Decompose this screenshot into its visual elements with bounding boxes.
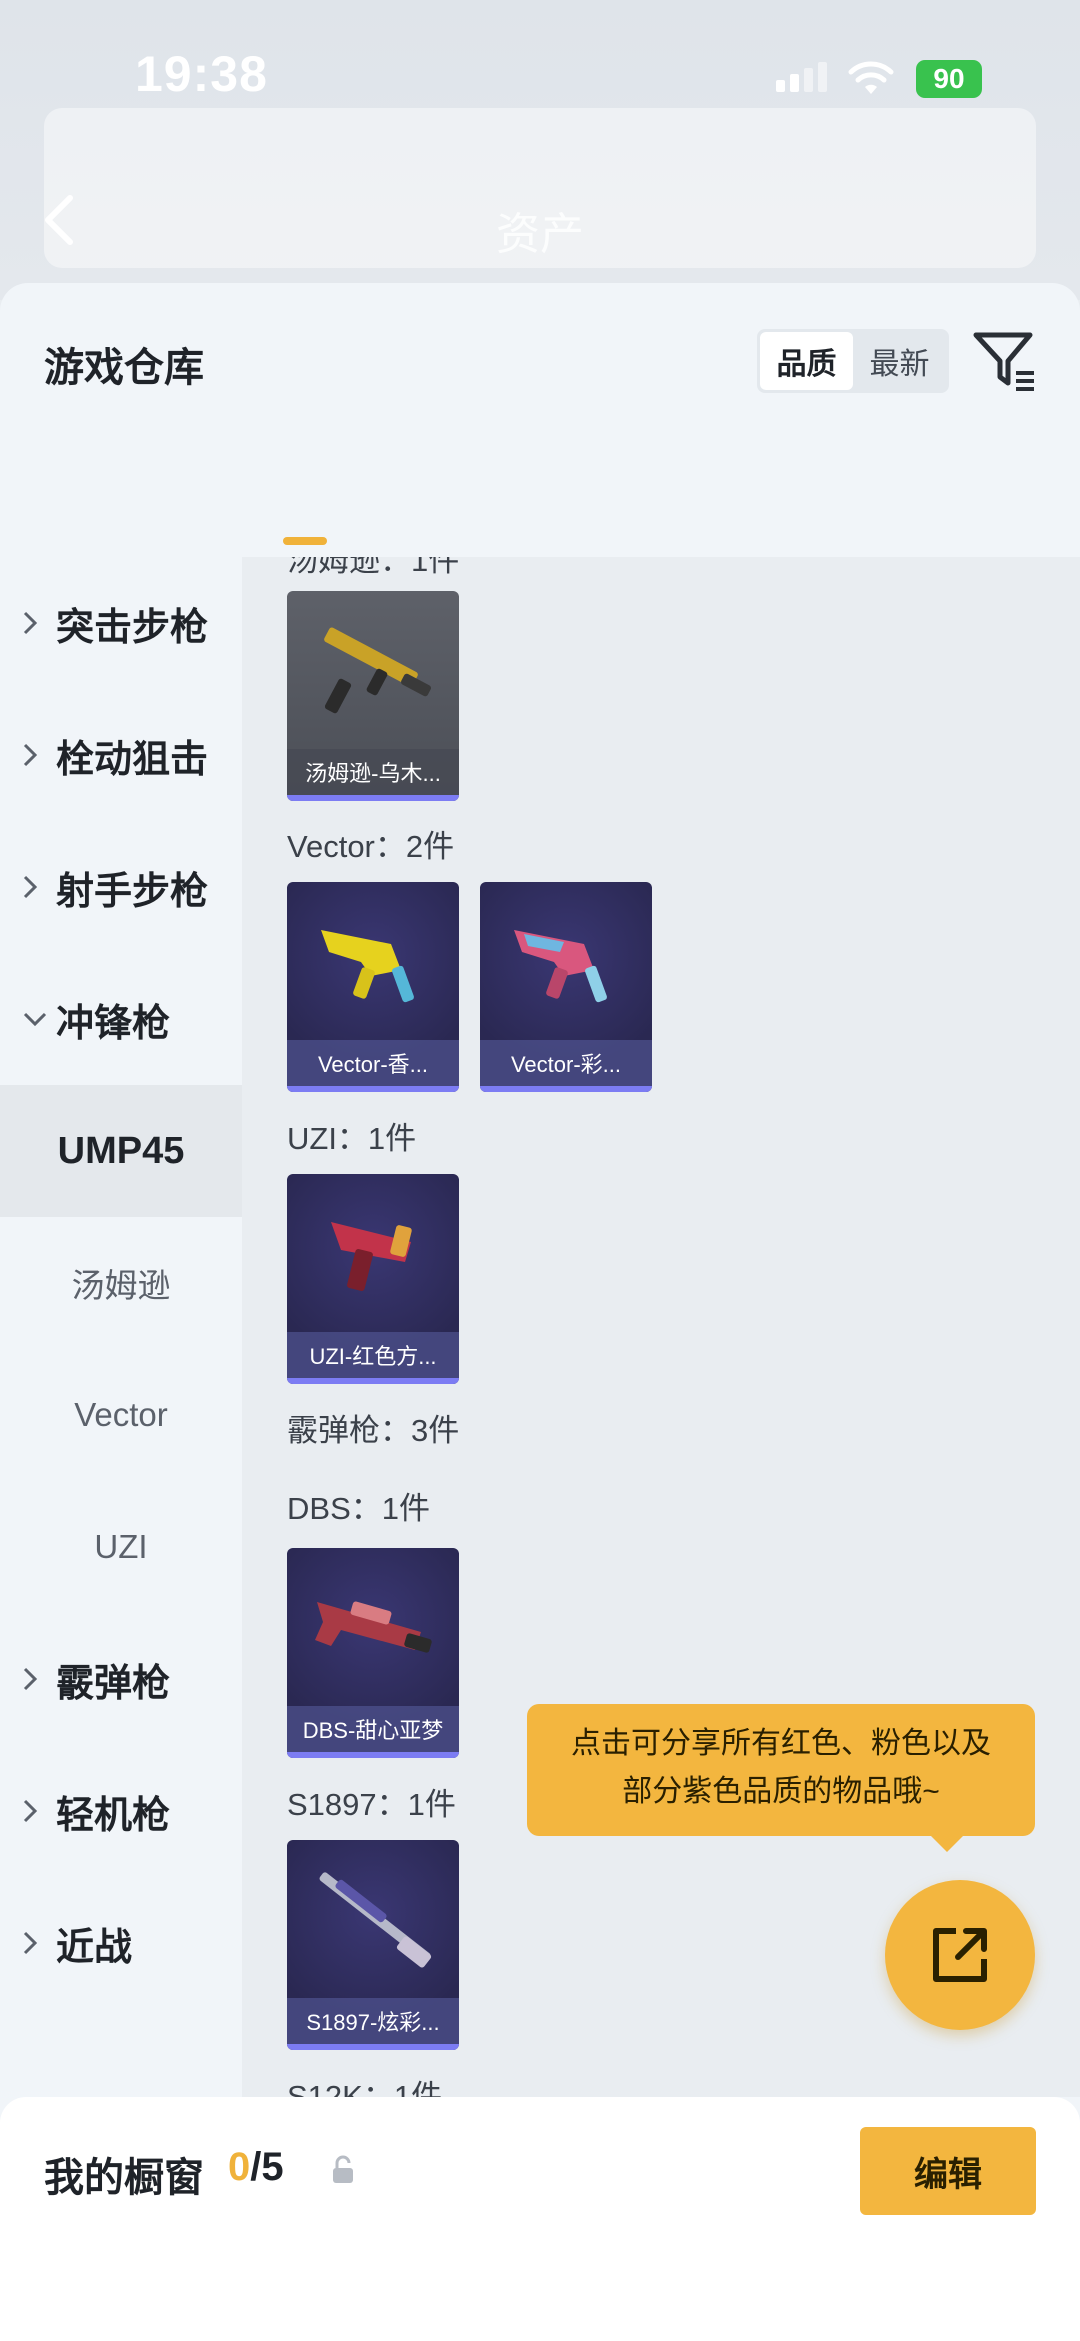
item-name: DBS-甜心亚梦 [287,1706,459,1752]
shotgun-dbs-icon [315,1601,432,1653]
group-label-uzi: UZI：1件 [287,1121,417,1156]
rarity-bar [287,2044,459,2050]
shotgun-s1897-icon [319,1872,432,1968]
tooltip-line-2: 部分紫色品质的物品哦~ [622,1775,940,1808]
sheet-title: 游戏仓库 [44,346,204,390]
item-grid: 汤姆逊：1件 汤姆逊-乌木... Vector：2件 Vector-香... V… [242,557,1080,2097]
chevron-right-icon [23,875,38,899]
smg-vector-icon [321,930,414,1003]
showcase-total: /5 [250,2145,284,2189]
chevron-right-icon [23,611,38,635]
sidebar-sub-ump45[interactable]: UMP45 [0,1085,242,1217]
sidebar-sub-vector[interactable]: Vector [0,1349,242,1481]
share-button[interactable] [885,1880,1035,2030]
item-card[interactable]: Vector-香... [287,882,459,1092]
sidebar-sub-label: UZI [94,1528,148,1565]
lock-icon [333,2155,353,2183]
sort-option-quality[interactable]: 品质 [760,332,853,390]
sidebar-sub-label: UMP45 [57,1129,185,1172]
item-card[interactable]: Vector-彩... [480,882,652,1092]
item-card[interactable]: DBS-甜心亚梦 [287,1548,459,1758]
item-name: Vector-彩... [480,1040,652,1086]
sidebar-item-label: 霰弹枪 [56,1662,171,1705]
sidebar-item-melee[interactable]: 近战 [0,1877,242,2009]
sort-toggle: 品质 最新 [757,329,949,393]
sidebar-item-label: 近战 [56,1926,133,1969]
battery-indicator: 90 [916,60,982,98]
chevron-right-icon [23,1799,38,1823]
group-label-dbs: DBS：1件 [287,1491,430,1526]
sidebar-item-smg[interactable]: 冲锋枪 [0,953,242,1085]
chevron-right-icon [23,1931,38,1955]
item-name: Vector-香... [287,1040,459,1086]
group-label-s1897: S1897：1件 [287,1787,456,1822]
item-name: 汤姆逊-乌木... [287,749,459,795]
sidebar-sub-uzi[interactable]: UZI [0,1481,242,1613]
sidebar-item-label: 射手步枪 [56,870,209,913]
rarity-bar [287,1378,459,1384]
sidebar-item-marksman-rifle[interactable]: 射手步枪 [0,821,242,953]
sidebar-item-label: 冲锋枪 [56,1002,171,1045]
sidebar-item-assault-rifle[interactable]: 突击步枪 [0,557,242,689]
active-tab-underline [283,537,327,545]
smg-thompson-icon [324,627,432,714]
item-card[interactable]: UZI-红色方... [287,1174,459,1384]
chevron-right-icon [23,743,38,767]
cellular-signal-icon [776,62,827,92]
share-icon [933,1928,987,1982]
showcase-label: 我的橱窗 [44,2156,204,2200]
sort-option-latest[interactable]: 最新 [853,332,946,390]
chevron-down-icon [23,1012,47,1027]
showcase-count: 0/5 [228,2145,284,2190]
item-name: UZI-红色方... [287,1332,459,1378]
rarity-bar [287,1086,459,1092]
rarity-bar [287,1752,459,1758]
group-label-s12k: S12K：1件 [287,2079,443,2097]
rarity-bar [480,1086,652,1092]
group-label-vector: Vector：2件 [287,829,455,864]
sidebar-item-label: 突击步枪 [56,606,209,649]
sidebar-sub-thompson[interactable]: 汤姆逊 [0,1217,242,1349]
filter-icon[interactable] [972,329,1036,393]
category-sidebar: 突击步枪 栓动狙击 射手步枪 冲锋枪 UMP45 汤姆逊 Vector UZI … [0,557,242,2097]
wifi-icon [848,61,894,94]
edit-button[interactable]: 编辑 [860,2127,1036,2215]
header-title: 资产 [496,210,584,259]
item-card[interactable]: 汤姆逊-乌木... [287,591,459,801]
tooltip-line-1: 点击可分享所有红色、粉色以及 [571,1727,991,1760]
status-time: 19:38 [135,46,268,102]
item-card[interactable]: S1897-炫彩... [287,1840,459,2050]
item-name: S1897-炫彩... [287,1998,459,2044]
group-label-thompson: 汤姆逊：1件 [287,557,460,578]
sidebar-sub-label: 汤姆逊 [71,1267,171,1304]
showcase-bar: 我的橱窗 0/5 编辑 [0,2097,1080,2341]
chevron-right-icon [23,1667,38,1691]
sidebar-item-label: 轻机枪 [56,1794,171,1837]
share-tooltip: 点击可分享所有红色、粉色以及 部分紫色品质的物品哦~ [527,1704,1035,1852]
back-arrow-icon[interactable] [40,192,80,248]
rarity-bar [287,795,459,801]
showcase-current: 0 [228,2145,251,2189]
smg-uzi-icon [331,1222,412,1291]
sidebar-sub-label: Vector [74,1396,168,1433]
smg-vector-icon [514,930,607,1003]
sidebar-item-label: 栓动狙击 [56,738,209,781]
sidebar-item-bolt-sniper[interactable]: 栓动狙击 [0,689,242,821]
sidebar-item-lmg[interactable]: 轻机枪 [0,1745,242,1877]
group-label-shotgun: 霰弹枪：3件 [287,1413,460,1448]
sidebar-item-shotgun[interactable]: 霰弹枪 [0,1613,242,1745]
